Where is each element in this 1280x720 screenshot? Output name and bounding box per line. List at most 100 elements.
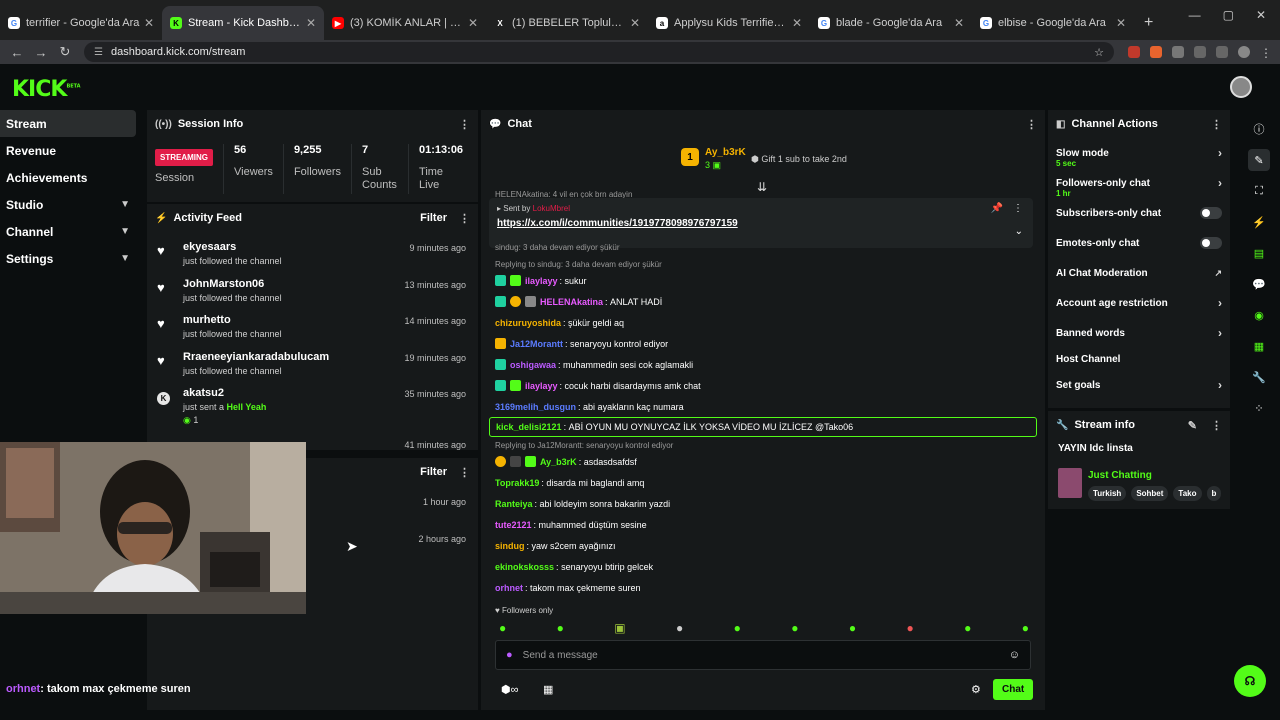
emote-icon[interactable]: ● — [1022, 621, 1029, 635]
support-button[interactable]: ☊ — [1234, 665, 1266, 697]
extension-icon[interactable] — [1172, 46, 1184, 58]
slow-mode-row[interactable]: Slow mode 5 sec › — [1048, 138, 1230, 168]
close-icon[interactable]: ✕ — [306, 16, 316, 30]
back-icon[interactable]: ← — [10, 45, 24, 60]
url-input[interactable]: ☰ dashboard.kick.com/stream ☆ — [84, 42, 1114, 62]
pinned-link[interactable]: https://x.com/i/communities/191977809897… — [497, 218, 1025, 229]
document-icon[interactable]: ▤ — [1248, 242, 1270, 264]
chevron-down-icon[interactable]: ⌄ — [1015, 226, 1023, 237]
emoji-icon[interactable]: ☺ — [1009, 649, 1020, 661]
chat-message[interactable]: orhnet: takom max çekmeme suren — [481, 577, 1045, 598]
more-options-icon[interactable]: ⋮ — [459, 466, 470, 479]
chat-message[interactable]: ekinokskosss: senaryoyu btirip gelcek — [481, 556, 1045, 577]
emote-icon[interactable]: ● — [557, 621, 564, 635]
browser-tab-active[interactable]: K Stream - Kick Dashboard ✕ — [162, 6, 324, 40]
category-thumbnail[interactable] — [1058, 468, 1082, 498]
banned-words-row[interactable]: Banned words › — [1048, 318, 1230, 348]
emote-icon[interactable]: ● — [499, 621, 506, 635]
sidebar-item-studio[interactable]: Studio ▼ — [0, 191, 136, 218]
apps-icon[interactable]: ⁘ — [1248, 397, 1270, 419]
store-icon[interactable]: ▦ — [543, 683, 553, 696]
broadcast-icon[interactable]: ◉ — [1248, 304, 1270, 326]
forward-icon[interactable]: → — [34, 45, 48, 60]
close-window-icon[interactable]: ✕ — [1256, 8, 1266, 22]
subscribers-only-toggle[interactable] — [1200, 207, 1222, 219]
more-options-icon[interactable]: ⋮ — [459, 212, 470, 225]
more-options-icon[interactable]: ⋮ — [1211, 419, 1222, 432]
set-goals-row[interactable]: Set goals › — [1048, 370, 1230, 400]
more-options-icon[interactable]: ⋮ — [1211, 118, 1222, 131]
more-options-icon[interactable]: ⋮ — [1013, 203, 1023, 214]
browser-tab[interactable]: aApplysu Kids Terrifier Costume✕ — [648, 6, 810, 40]
emote-icon[interactable]: ● — [964, 621, 971, 635]
info-icon[interactable]: ⓘ — [1248, 118, 1270, 140]
chat-input[interactable]: ● Send a message ☺ — [495, 640, 1031, 670]
chat-message[interactable]: sindug: yaw s2cem ayağınızı — [481, 535, 1045, 556]
emote-icon[interactable]: ● — [906, 621, 913, 635]
microphone-icon[interactable]: ● — [506, 649, 513, 661]
emote-icon[interactable]: ● — [734, 621, 741, 635]
chat-message[interactable]: tute2121: muhammed düştüm sesine — [481, 514, 1045, 535]
chat-message[interactable]: Ja12Morantt: senaryoyu kontrol ediyor — [481, 333, 1045, 354]
user-avatar[interactable] — [1230, 76, 1252, 98]
close-icon[interactable]: ✕ — [630, 16, 640, 30]
tag[interactable]: Turkish — [1088, 486, 1127, 501]
maximize-icon[interactable]: ▢ — [1223, 8, 1234, 22]
tag[interactable]: Tako — [1173, 486, 1202, 501]
chat-message[interactable]: Toprakk19: disarda mi baglandi amq — [481, 472, 1045, 493]
tag[interactable]: Sohbet — [1131, 486, 1169, 501]
chat-message[interactable]: ilaylayy: cocuk harbi disardaymıs amk ch… — [481, 375, 1045, 396]
chat-message[interactable]: chizuruyoshida: şükür geldi aq — [481, 312, 1045, 333]
emote-icon[interactable]: ▣ — [614, 621, 625, 635]
chat-message[interactable]: ilaylayy: sukur — [481, 270, 1045, 291]
layout-icon[interactable]: ▦ — [1248, 335, 1270, 357]
menu-icon[interactable]: ⋮ — [1260, 46, 1272, 60]
highlighted-message[interactable]: kick_delisi2121: ABİ OYUN MU OYNUYCAZ İL… — [489, 417, 1037, 437]
emotes-only-toggle[interactable] — [1200, 237, 1222, 249]
send-chat-button[interactable]: Chat — [993, 679, 1034, 700]
emote-icon[interactable]: ● — [791, 621, 798, 635]
chat-message[interactable]: HELENAkatina: ANLAT HADİ — [481, 291, 1045, 312]
unpin-icon[interactable]: 📌 — [991, 203, 1003, 214]
chat-message[interactable]: oshigawaa: muhammedin sesi cok aglamakli — [481, 354, 1045, 375]
browser-tab[interactable]: Gelbise - Google'da Ara ✕ — [972, 6, 1134, 40]
collapse-arrow-icon[interactable]: ⇊ — [757, 180, 767, 194]
sidebar-item-channel[interactable]: Channel ▼ — [0, 218, 136, 245]
lightning-icon[interactable]: ⚡ — [1248, 211, 1270, 233]
sidebar-item-achievements[interactable]: Achievements — [0, 164, 136, 191]
close-icon[interactable]: ✕ — [1116, 16, 1126, 30]
extension-icon[interactable] — [1150, 46, 1162, 58]
chat-message[interactable]: 3169melih_dusgun: abi ayakların kaç numa… — [481, 396, 1045, 417]
chat-icon[interactable]: 💬 — [1248, 273, 1270, 295]
more-options-icon[interactable]: ⋮ — [1026, 118, 1037, 131]
reload-icon[interactable]: ↻ — [58, 44, 72, 60]
browser-tab[interactable]: Gblade - Google'da Ara ✕ — [810, 6, 972, 40]
profile-icon[interactable] — [1238, 46, 1250, 58]
browser-tab[interactable]: Gterrifier - Google'da Ara ✕ — [0, 6, 162, 40]
kick-logo[interactable]: KICKBETA — [12, 77, 81, 102]
ai-moderation-row[interactable]: AI Chat Moderation ↗ — [1048, 258, 1230, 288]
emote-icon[interactable]: ● — [676, 621, 683, 635]
close-icon[interactable]: ✕ — [144, 16, 154, 30]
more-options-icon[interactable]: ⋮ — [459, 118, 470, 131]
filter-button[interactable]: Filter — [420, 212, 447, 224]
close-icon[interactable]: ✕ — [792, 16, 802, 30]
emote-icon[interactable]: ● — [849, 621, 856, 635]
sidebar-item-settings[interactable]: Settings ▼ — [0, 245, 136, 272]
extension-icon[interactable] — [1128, 46, 1140, 58]
category-link[interactable]: Just Chatting — [1088, 470, 1152, 481]
chat-message[interactable]: Ranteiya: abi loldeyim sonra bakarim yaz… — [481, 493, 1045, 514]
minimize-icon[interactable]: — — [1189, 8, 1201, 22]
close-icon[interactable]: ✕ — [954, 16, 964, 30]
edit-pencil-icon[interactable]: ✎ — [1188, 419, 1197, 432]
host-channel-row[interactable]: Host Channel — [1048, 348, 1230, 370]
tag[interactable]: b — [1206, 486, 1222, 501]
puzzle-icon[interactable] — [1194, 46, 1206, 58]
browser-tab[interactable]: X(1) BEBELER Topluluk / X✕ — [486, 6, 648, 40]
sidebar-item-revenue[interactable]: Revenue — [0, 137, 136, 164]
browser-tab[interactable]: ▶(3) KOMİK ANLAR | TAKO | @Ja✕ — [324, 6, 486, 40]
chat-message[interactable]: Ay_b3rK: asdasdsafdsf — [481, 451, 1045, 472]
fullscreen-icon[interactable]: ⛶ — [1248, 180, 1270, 202]
wrench-icon[interactable]: 🔧 — [1248, 366, 1270, 388]
close-icon[interactable]: ✕ — [468, 16, 478, 30]
